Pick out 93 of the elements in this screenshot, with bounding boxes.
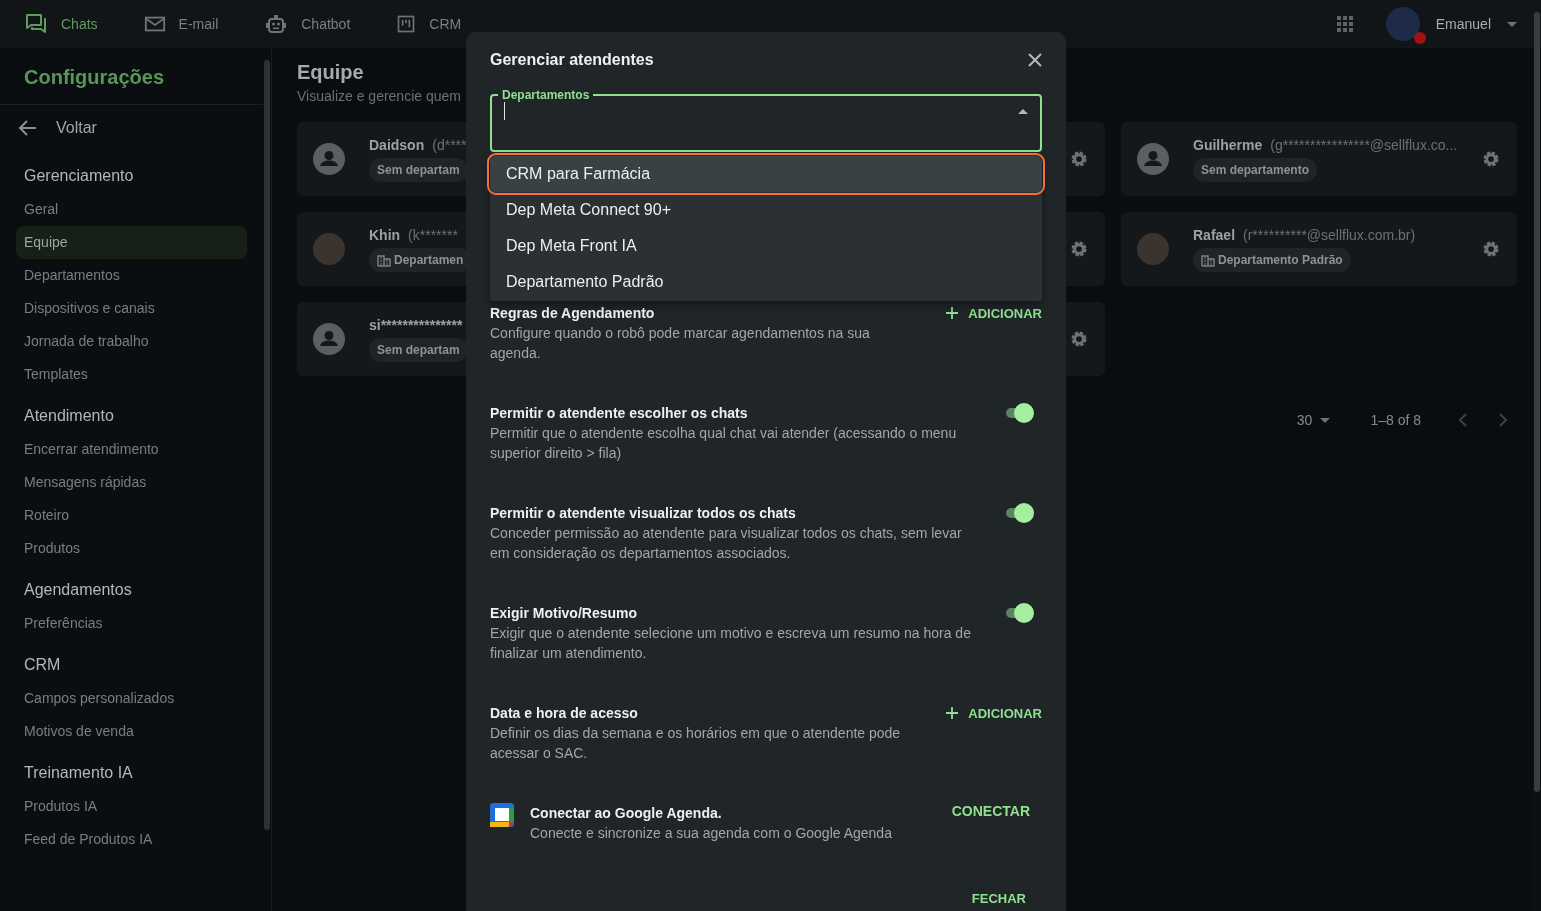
dropdown-option[interactable]: Dep Meta Connect 90+: [490, 192, 1042, 228]
add-button[interactable]: ADICIONAR: [946, 303, 1042, 323]
sidebar-item[interactable]: Equipe: [16, 226, 247, 259]
page-subtitle: Visualize e gerencie quem: [297, 88, 461, 104]
settings-icon[interactable]: [1481, 239, 1501, 259]
member-email: (d****: [432, 136, 467, 153]
sidebar-item[interactable]: Jornada de trabalho: [16, 325, 247, 358]
page-range: 1–8 of 8: [1370, 412, 1421, 428]
user-avatar[interactable]: [1385, 7, 1420, 41]
sidebar-item[interactable]: Feed de Produtos IA: [16, 823, 247, 856]
caret-down-icon[interactable]: [1507, 21, 1517, 27]
plus-icon: [946, 707, 959, 719]
settings-icon[interactable]: [1069, 329, 1089, 349]
setting-description: Permitir que o atendente escolha qual chat vai atender (acessando o menu superior direito > fila): [490, 424, 958, 463]
setting-description: Definir os dias da semana e os horários em que o atendente pode acessar o SAC.: [490, 724, 902, 763]
sidebar-item[interactable]: Produtos: [16, 532, 247, 565]
department-name: Sem departam: [377, 342, 460, 357]
setting-description: Configure quando o robô pode marcar agendamentos na sua agenda.: [490, 324, 871, 363]
building-icon: [1201, 252, 1215, 267]
robot-icon: [264, 12, 289, 36]
page-title: Equipe: [297, 60, 364, 84]
section-heading: Agendamentos: [23, 580, 133, 600]
dropdown-option[interactable]: Departamento Padrão: [490, 264, 1042, 300]
setting-title: Regras de Agendamento: [490, 304, 656, 323]
sidebar-item[interactable]: Campos personalizados: [16, 682, 247, 715]
department-name: Sem departam: [377, 162, 460, 177]
sidebar-item[interactable]: Encerrar atendimento: [16, 433, 247, 466]
department-name: Departamento Padrão: [1218, 252, 1343, 267]
dropdown-option[interactable]: CRM para Farmácia: [490, 156, 1042, 192]
section-heading: Atendimento: [23, 406, 115, 426]
board-icon: [396, 14, 417, 34]
nav-tab[interactable]: Chatbot: [264, 8, 351, 40]
close-icon[interactable]: [1028, 53, 1042, 67]
member-email: (r**********@sellflux.com.br): [1243, 226, 1416, 243]
sidebar-item[interactable]: Produtos IA: [16, 790, 247, 823]
setting-title: Exigir Motivo/Resumo: [490, 604, 639, 623]
toggle-switch[interactable]: [1004, 603, 1034, 623]
sidebar-item[interactable]: Mensagens rápidas: [16, 466, 247, 499]
connect-button[interactable]: CONECTAR: [951, 803, 1030, 819]
back-button[interactable]: Voltar: [0, 105, 97, 151]
toggle-switch[interactable]: [1004, 503, 1034, 523]
settings-icon[interactable]: [1069, 239, 1089, 259]
settings-title: Configurações: [0, 48, 263, 105]
nav-tab[interactable]: Chats: [24, 8, 98, 40]
department-name: Departamen: [394, 252, 464, 267]
department-field[interactable]: Departamentos: [490, 88, 1042, 152]
sidebar-item[interactable]: Motivos de venda: [16, 715, 247, 748]
scrollbar-thumb[interactable]: [1534, 12, 1540, 792]
member-name: Khin: [369, 226, 401, 243]
sidebar-item[interactable]: Departamentos: [16, 259, 247, 292]
user-name[interactable]: Emanuel: [1435, 16, 1491, 32]
member-email: (g****************@sellflux.co...: [1270, 136, 1458, 153]
setting-title: Permitir o atendente escolher os chats: [490, 404, 749, 423]
member-name: Daidson: [369, 136, 425, 153]
nav-tab[interactable]: CRM: [396, 8, 462, 40]
member-email: (k*******: [408, 226, 458, 243]
sidebar-item[interactable]: Preferências: [16, 607, 247, 640]
text-cursor: [504, 102, 505, 120]
plus-icon: [946, 307, 959, 319]
chat-icon: [24, 12, 48, 36]
building-icon: [377, 252, 391, 267]
add-button[interactable]: ADICIONAR: [946, 703, 1042, 723]
setting-title: Permitir o atendente visualizar todos os chats: [490, 504, 797, 523]
sidebar-item[interactable]: Roteiro: [16, 499, 247, 532]
setting-title: Conectar ao Google Agenda.: [530, 804, 723, 823]
rows-per-page-select[interactable]: 30: [1296, 412, 1331, 428]
settings-icon[interactable]: [1481, 149, 1501, 169]
dropdown-option[interactable]: Dep Meta Front IA: [490, 228, 1042, 264]
scrollbar-thumb[interactable]: [264, 60, 270, 830]
member-name: Rafael: [1193, 226, 1236, 243]
sidebar-item[interactable]: Geral: [16, 193, 247, 226]
setting-title: Data e hora de acesso: [490, 704, 639, 723]
close-dialog-button[interactable]: FECHAR: [971, 891, 1026, 906]
setting-description: Conceder permissão ao atendente para visualizar todos os chats, sem levar em consideração os departamentos associados.: [490, 524, 963, 563]
member-name: Guilherme: [1193, 136, 1263, 153]
sidebar-item[interactable]: Dispositivos e canais: [16, 292, 247, 325]
calendar-icon: [490, 803, 514, 827]
setting-description: Conecte e sincronize a sua agenda com o Google Agenda: [530, 824, 893, 843]
arrow-left-icon: [18, 118, 38, 138]
apps-grid-icon[interactable]: [1335, 15, 1354, 33]
section-heading: CRM: [23, 655, 62, 675]
dialog-title: Gerenciar atendentes: [490, 51, 654, 69]
department-name: Sem departamento: [1201, 162, 1310, 177]
member-name: si***************: [369, 316, 463, 333]
settings-icon[interactable]: [1069, 149, 1089, 169]
caret-down-icon: [1320, 417, 1331, 423]
toggle-switch[interactable]: [1004, 403, 1034, 423]
section-heading: Treinamento IA: [23, 763, 134, 783]
sidebar-item[interactable]: Templates: [16, 358, 247, 391]
caret-up-icon[interactable]: [1018, 108, 1028, 114]
section-heading: Gerenciamento: [23, 166, 135, 186]
setting-description: Exigir que o atendente selecione um motivo e escreva um resumo na hora de finalizar um atendimento.: [490, 624, 972, 663]
nav-tab[interactable]: E-mail: [143, 8, 219, 40]
